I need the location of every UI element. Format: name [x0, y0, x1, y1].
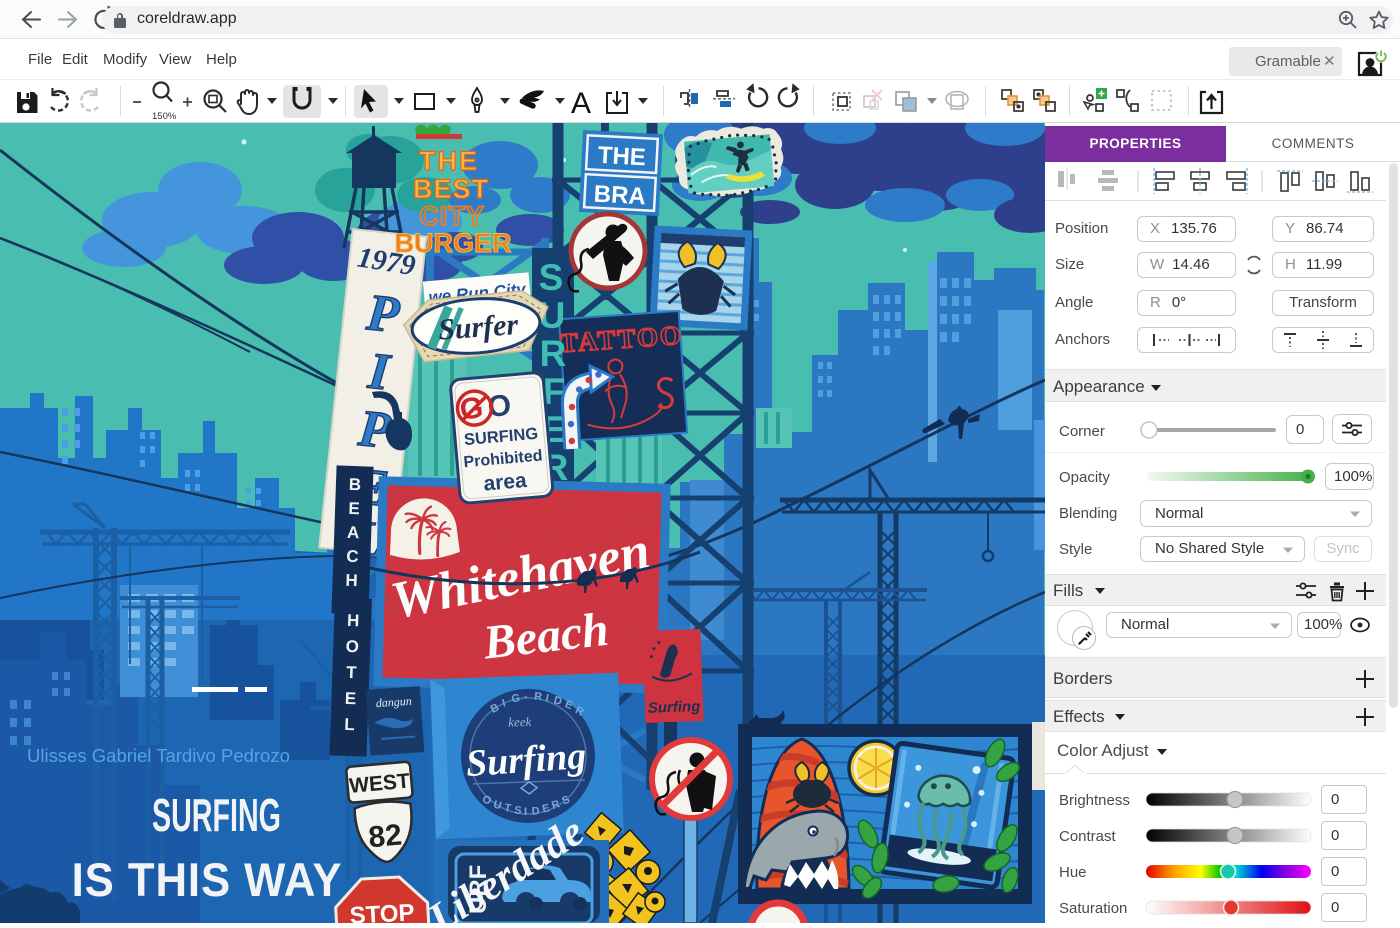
svg-text:D: D — [531, 805, 540, 818]
svg-text:area: area — [483, 469, 528, 496]
svg-text:R: R — [540, 333, 567, 374]
svg-text:O: O — [345, 637, 359, 656]
svg-text:SURFING: SURFING — [152, 790, 281, 842]
svg-text:L: L — [344, 715, 355, 734]
svg-text:BURGER: BURGER — [394, 228, 511, 258]
svg-text:THE: THE — [597, 142, 646, 171]
svg-text:A: A — [347, 523, 360, 542]
svg-text:STOP: STOP — [349, 899, 415, 923]
svg-text:Ulisses Gabriel Tardivo Pedroz: Ulisses Gabriel Tardivo Pedrozo — [27, 745, 290, 766]
svg-text:H: H — [347, 611, 360, 630]
svg-text:BEST: BEST — [413, 174, 489, 204]
svg-text:A: A — [571, 87, 591, 120]
svg-text:Surfer: Surfer — [437, 308, 519, 347]
svg-text:keek: keek — [508, 714, 532, 730]
svg-text:R: R — [534, 691, 543, 704]
svg-text:Surfing: Surfing — [465, 735, 588, 785]
svg-text:dangun: dangun — [375, 694, 412, 710]
svg-text:B: B — [348, 475, 361, 494]
svg-text:E: E — [348, 499, 360, 518]
svg-text:150%: 150% — [152, 111, 177, 122]
svg-text:BRA: BRA — [593, 181, 646, 211]
svg-text:E: E — [344, 689, 356, 708]
svg-text:82: 82 — [367, 819, 403, 855]
svg-text:Surfing: Surfing — [648, 698, 701, 717]
svg-text:C: C — [346, 547, 359, 566]
svg-text:IS THIS WAY: IS THIS WAY — [72, 854, 343, 907]
svg-text:H: H — [345, 571, 358, 590]
svg-text:CITY: CITY — [419, 201, 485, 231]
svg-text:THE: THE — [419, 146, 479, 176]
svg-text:T: T — [346, 663, 358, 682]
svg-text:S: S — [514, 804, 522, 817]
svg-text:I: I — [524, 806, 527, 818]
svg-text:S: S — [539, 257, 564, 298]
